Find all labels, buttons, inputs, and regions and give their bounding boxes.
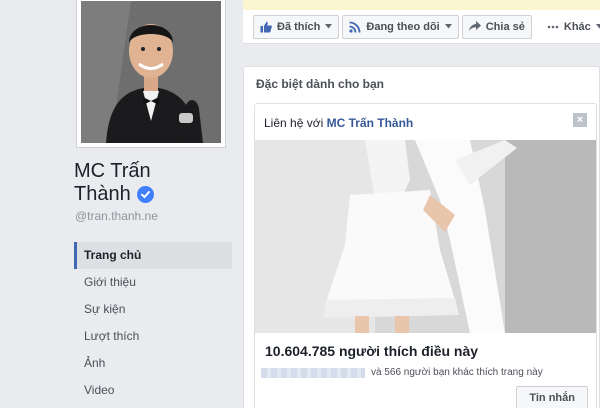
following-label: Đang theo dõi bbox=[366, 20, 440, 33]
nav-item-about[interactable]: Giới thiệu bbox=[74, 269, 232, 296]
cover-photo-illustration bbox=[255, 140, 596, 333]
like-icon bbox=[260, 21, 272, 32]
left-column: MC Trấn Thành @tran.thanh.ne Trang chủ G… bbox=[64, 0, 234, 408]
recommendation-panel: Đặc biệt dành cho bạn Liên hệ với MC Trấ… bbox=[243, 66, 600, 408]
page-nav: Trang chủ Giới thiệu Sự kiện Lượt thích … bbox=[74, 242, 232, 404]
close-icon[interactable]: × bbox=[573, 113, 587, 127]
nav-item-events[interactable]: Sự kiện bbox=[74, 296, 232, 323]
page-username[interactable]: @tran.thanh.ne bbox=[75, 209, 158, 223]
liked-button[interactable]: Đã thích bbox=[253, 14, 340, 39]
more-label: Khác bbox=[563, 20, 591, 33]
check-icon bbox=[140, 191, 150, 199]
page-title-line1: MC Trấn bbox=[74, 160, 151, 182]
more-button[interactable]: Khác bbox=[540, 15, 600, 39]
panel-heading: Đặc biệt dành cho bạn bbox=[256, 77, 385, 91]
nav-item-videos[interactable]: Video bbox=[74, 377, 232, 404]
share-button[interactable]: Chia sẻ bbox=[461, 14, 532, 39]
card-header: Liên hệ với MC Trấn Thành bbox=[264, 116, 413, 130]
share-arrow-icon bbox=[468, 21, 481, 31]
rss-icon bbox=[349, 21, 361, 33]
chevron-down-icon bbox=[325, 24, 333, 29]
page-title-line2: Thành bbox=[74, 183, 131, 205]
chevron-down-icon bbox=[595, 24, 600, 29]
avatar bbox=[81, 1, 221, 143]
blurred-friend-names bbox=[261, 367, 365, 378]
profile-picture[interactable] bbox=[76, 0, 226, 148]
nav-item-photos[interactable]: Ảnh bbox=[74, 350, 232, 377]
chevron-down-icon bbox=[444, 24, 452, 29]
card-header-prefix: Liên hệ với bbox=[264, 116, 327, 130]
nav-item-likes[interactable]: Lượt thích bbox=[74, 323, 232, 350]
more-dots-icon bbox=[547, 25, 559, 28]
following-button[interactable]: Đang theo dõi bbox=[342, 14, 459, 39]
friends-like-row: và 566 người bạn khác thích trang này bbox=[261, 367, 543, 378]
page-action-bar: Đã thích Đang theo dõi Chia sẻ Khác bbox=[243, 0, 600, 44]
avatar-illustration bbox=[81, 1, 221, 143]
liked-label: Đã thích bbox=[277, 20, 321, 33]
nav-item-home[interactable]: Trang chủ bbox=[74, 242, 232, 269]
likes-count: 10.604.785 người thích điều này bbox=[265, 343, 479, 359]
verified-badge bbox=[136, 186, 154, 203]
page-link[interactable]: MC Trấn Thành bbox=[327, 116, 414, 130]
cover-photo[interactable] bbox=[255, 140, 596, 333]
friends-like-text: và 566 người bạn khác thích trang này bbox=[371, 367, 543, 378]
contact-card: Liên hệ với MC Trấn Thành × 10.604.785 n… bbox=[254, 103, 597, 408]
page-title[interactable]: MC Trấn Thành bbox=[74, 160, 234, 206]
message-button[interactable]: Tin nhắn bbox=[516, 386, 588, 408]
share-label: Chia sẻ bbox=[485, 20, 525, 33]
